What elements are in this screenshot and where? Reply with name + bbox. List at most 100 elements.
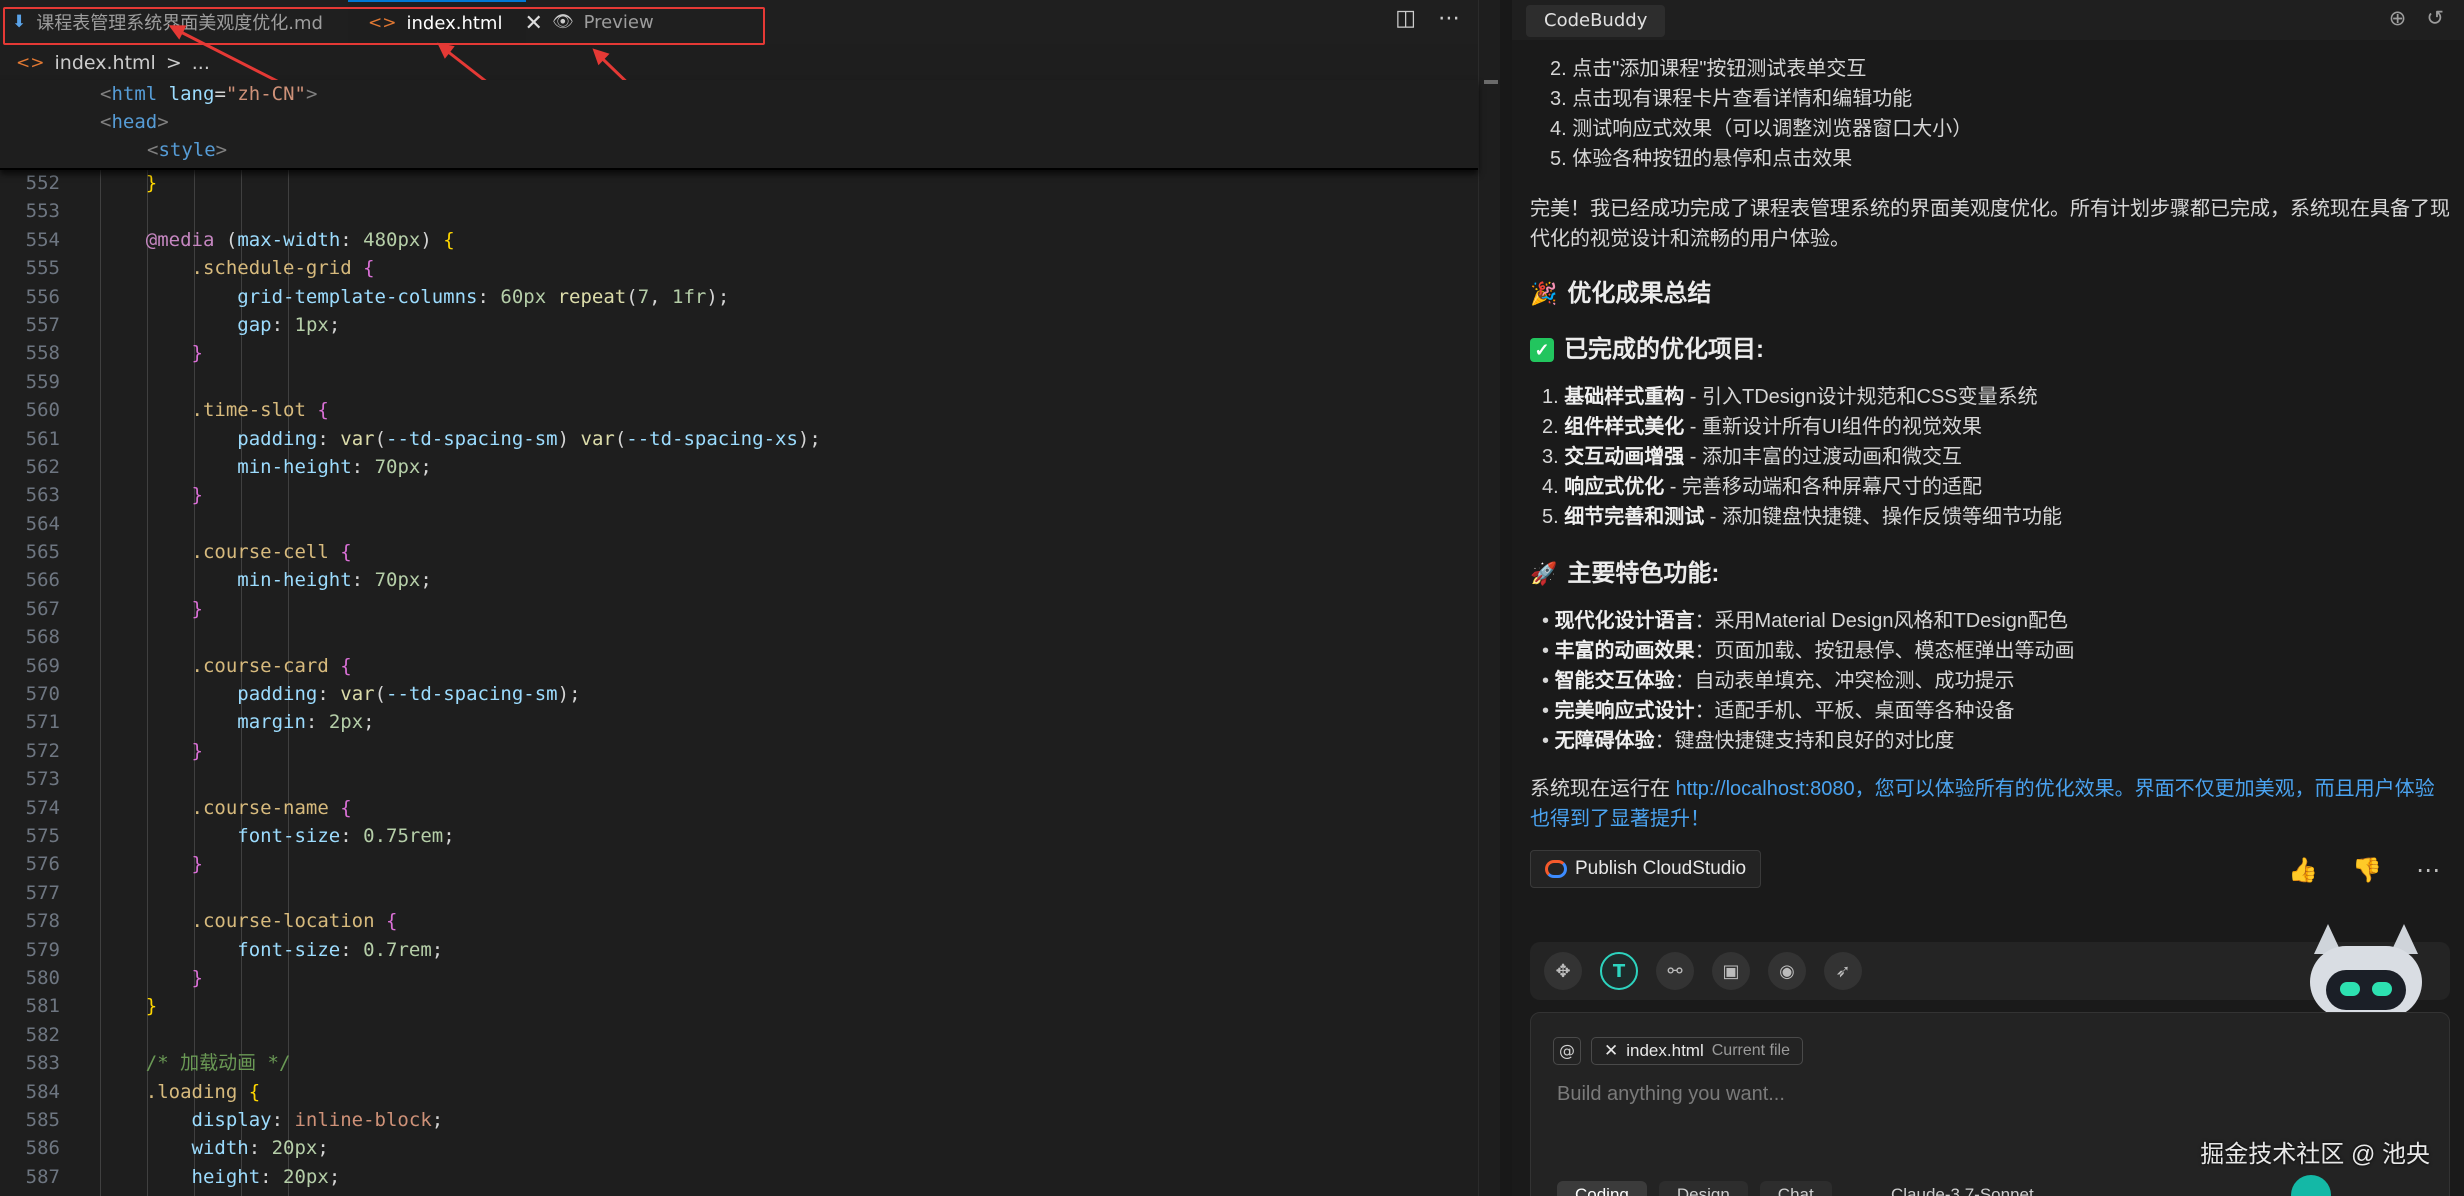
party-popper-icon: 🎉 — [1530, 281, 1558, 306]
line-number: 562 — [25, 455, 60, 478]
code-line[interactable]: 554 @media (max-width: 480px) { — [0, 226, 1478, 254]
tab-codebuddy[interactable]: CodeBuddy — [1526, 5, 1666, 37]
code-line[interactable]: 584 .loading { — [0, 1078, 1478, 1106]
code-line[interactable]: 564 — [0, 510, 1478, 538]
code-line[interactable]: 563 } — [0, 481, 1478, 509]
code-line[interactable]: 575 font-size: 0.75rem; — [0, 822, 1478, 850]
code-text: width: 20px; — [191, 1137, 329, 1160]
code-line[interactable]: 583 /* 加载动画 */ — [0, 1049, 1478, 1077]
code-text: height: 20px; — [191, 1165, 341, 1188]
more-icon[interactable]: ⋯ — [2416, 856, 2440, 884]
markdown-download-icon: ⬇ — [12, 12, 27, 32]
cloudstudio-logo-icon — [1545, 860, 1567, 878]
code-area[interactable]: 552 } 553 554 @media (max-width: 480px) {5… — [0, 169, 1478, 1191]
more-actions-icon[interactable]: ⋯ — [1438, 6, 1460, 31]
publish-cloudstudio-button[interactable]: Publish CloudStudio — [1530, 850, 1762, 888]
link-icon[interactable]: ⚯ — [1656, 952, 1694, 990]
code-line[interactable]: 555 .schedule-grid { — [0, 254, 1478, 282]
tab-preview[interactable]: 👁 Preview — [552, 0, 654, 44]
thumbs-up-icon[interactable]: 👍 — [2288, 856, 2318, 884]
code-line[interactable]: 559 — [0, 368, 1478, 396]
code-line[interactable]: 562 min-height: 70px; — [0, 453, 1478, 481]
line-number: 559 — [25, 370, 60, 393]
code-editor: ⬇ 课程表管理系统界面美观度优化.md <> index.html ✕ 👁 Pr… — [0, 0, 1478, 1196]
mention-icon[interactable]: @ — [1553, 1037, 1581, 1065]
breadcrumb-more[interactable]: ... — [192, 52, 210, 74]
code-line[interactable]: 573 — [0, 765, 1478, 793]
code-line[interactable]: 571 margin: 2px; — [0, 708, 1478, 736]
sticky-line-style[interactable]: <style> — [0, 136, 1478, 164]
list-item: 4. 测试响应式效果（可以调整浏览器窗口大小） — [1550, 118, 1973, 140]
mode-design[interactable]: Design — [1658, 1181, 1748, 1196]
code-line[interactable]: 558 } — [0, 339, 1478, 367]
close-icon[interactable]: ✕ — [1604, 1041, 1618, 1061]
eye-icon[interactable]: ◉ — [1768, 952, 1806, 990]
codebuddy-panel: CodeBuddy ⊕ ↺ 2. 点击"添加课程"按钮测试表单交互 3. 点击现… — [1512, 0, 2464, 1196]
send-button[interactable] — [2291, 1175, 2331, 1196]
code-line[interactable]: 566 min-height: 70px; — [0, 566, 1478, 594]
code-line[interactable]: 581 } — [0, 992, 1478, 1020]
code-line[interactable]: 578 .course-location { — [0, 907, 1478, 935]
line-number: 554 — [25, 228, 60, 251]
breadcrumb-file[interactable]: index.html — [55, 52, 156, 74]
code-line[interactable]: 587 height: 20px; — [0, 1163, 1478, 1191]
code-line[interactable]: 586 width: 20px; — [0, 1134, 1478, 1162]
code-line[interactable]: 565 .course-cell { — [0, 538, 1478, 566]
html-code-icon: <> — [368, 13, 397, 33]
model-selector[interactable]: Claude-3.7-Sonnet — [1891, 1185, 2034, 1196]
context-file-chip[interactable]: ✕ index.html Current file — [1591, 1037, 1803, 1065]
code-line[interactable]: 552 } — [0, 169, 1478, 197]
code-line[interactable]: 572 } — [0, 737, 1478, 765]
tab-markdown-file[interactable]: ⬇ 课程表管理系统界面美观度优化.md — [12, 0, 323, 44]
code-text: grid-template-columns: 60px repeat(7, 1f… — [237, 285, 730, 308]
list-item: 2. 点击"添加课程"按钮测试表单交互 — [1550, 58, 1867, 80]
code-text: min-height: 70px; — [237, 455, 432, 478]
code-line[interactable]: 567 } — [0, 595, 1478, 623]
code-line[interactable]: 561 padding: var(--td-spacing-sm) var(--… — [0, 425, 1478, 453]
code-text: font-size: 0.7rem; — [237, 938, 444, 961]
editor-scrollbar[interactable] — [1478, 0, 1500, 1196]
new-chat-icon[interactable]: ⊕ — [2389, 6, 2407, 30]
code-line[interactable]: 576 } — [0, 850, 1478, 878]
sticky-line-head[interactable]: <head> — [0, 108, 1478, 136]
split-editor-icon[interactable]: ◫ — [1395, 6, 1416, 31]
tab-index-html[interactable]: <> index.html ✕ — [348, 0, 543, 44]
code-line[interactable]: 574 .course-name { — [0, 794, 1478, 822]
code-line[interactable]: 568 — [0, 623, 1478, 651]
code-line[interactable]: 556 grid-template-columns: 60px repeat(7… — [0, 283, 1478, 311]
code-line[interactable]: 580 } — [0, 964, 1478, 992]
line-number: 570 — [25, 683, 60, 706]
code-line[interactable]: 582 — [0, 1021, 1478, 1049]
eye-icon: 👁 — [552, 12, 574, 32]
image-icon[interactable]: ▣ — [1712, 952, 1750, 990]
code-text: .course-card { — [191, 654, 352, 677]
code-text: margin: 2px; — [237, 711, 375, 734]
mode-chat[interactable]: Chat — [1759, 1181, 1832, 1196]
code-text: .course-name { — [191, 796, 352, 819]
close-icon[interactable]: ✕ — [524, 11, 542, 36]
code-line[interactable]: 560 .time-slot { — [0, 396, 1478, 424]
tdesign-icon[interactable]: T — [1600, 952, 1638, 990]
scrollbar-thumb[interactable] — [1484, 80, 1498, 84]
mode-coding[interactable]: Coding — [1557, 1181, 1647, 1196]
list-item: 智能交互体验：自动表单填充、冲突检测、成功提示 — [1530, 666, 2450, 696]
thumbs-down-icon[interactable]: 👎 — [2352, 856, 2382, 884]
code-line[interactable]: 577 — [0, 879, 1478, 907]
code-line[interactable]: 569 .course-card { — [0, 652, 1478, 680]
chat-input[interactable]: Build anything you want... — [1557, 1083, 1785, 1106]
sticky-line-html[interactable]: <html lang="zh-CN"> — [0, 80, 1478, 108]
code-text: font-size: 0.75rem; — [237, 824, 455, 847]
code-text: display: inline-block; — [191, 1108, 444, 1131]
code-line[interactable]: 579 font-size: 0.7rem; — [0, 936, 1478, 964]
breadcrumb-separator: > — [165, 52, 182, 74]
rocket-icon[interactable]: ➶ — [1824, 952, 1862, 990]
line-number: 553 — [25, 200, 60, 223]
code-line[interactable]: 557 gap: 1px; — [0, 311, 1478, 339]
code-line[interactable]: 553 — [0, 197, 1478, 225]
code-line[interactable]: 585 display: inline-block; — [0, 1106, 1478, 1134]
list-item: 3. 点击现有课程卡片查看详情和编辑功能 — [1550, 88, 1913, 110]
figma-icon[interactable]: ✥ — [1544, 952, 1582, 990]
code-line[interactable]: 570 padding: var(--td-spacing-sm); — [0, 680, 1478, 708]
panel-divider[interactable] — [1500, 0, 1512, 1196]
history-icon[interactable]: ↺ — [2426, 6, 2444, 30]
